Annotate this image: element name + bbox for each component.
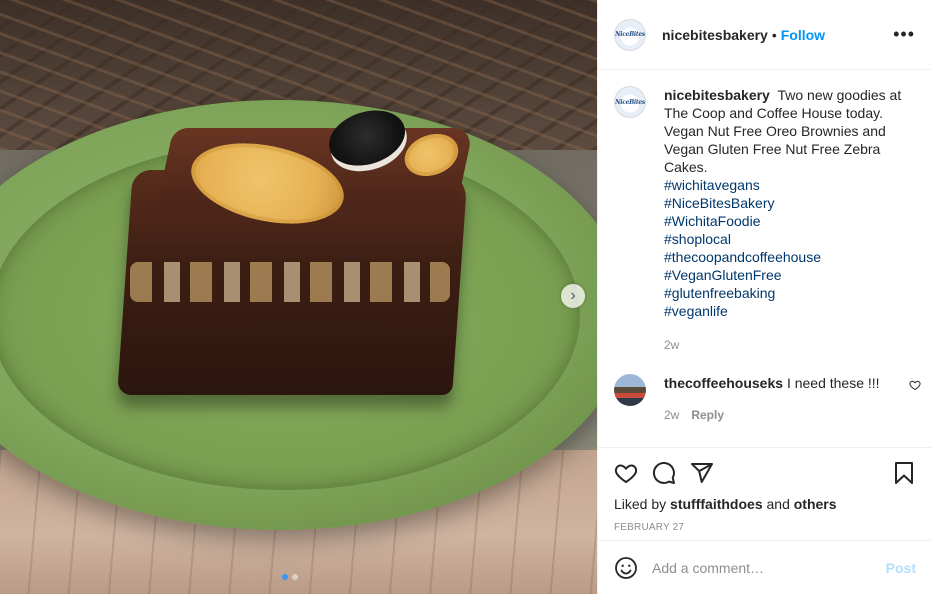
carousel-dot <box>282 574 288 580</box>
post-caption: NiceBites nicebitesbakery Two new goodie… <box>614 86 915 354</box>
commenter-avatar[interactable] <box>614 374 646 406</box>
comment-body: thecoffeehouseks I need these !!! 2w Rep… <box>664 374 880 424</box>
hashtag-link[interactable]: #thecoopandcoffeehouse <box>664 248 915 266</box>
comment-bubble-icon[interactable] <box>652 461 676 485</box>
comment-meta: 2w Reply <box>664 406 880 424</box>
comment-item: thecoffeehouseks I need these !!! 2w Rep… <box>614 374 921 424</box>
caption-avatar[interactable]: NiceBites <box>614 86 646 118</box>
post-date[interactable]: FEBRUARY 27 <box>614 522 916 533</box>
hashtag-link[interactable]: #veganlife <box>664 302 915 320</box>
caption-timestamp[interactable]: 2w <box>664 336 915 354</box>
comment-username[interactable]: thecoffeehouseks <box>664 375 783 391</box>
comment-text: I need these !!! <box>786 375 880 391</box>
bookmark-icon[interactable] <box>892 461 916 485</box>
like-heart-icon[interactable] <box>614 461 638 485</box>
liked-by-user[interactable]: stufffaithdoes <box>670 496 763 512</box>
caption-body: nicebitesbakery Two new goodies at The C… <box>664 86 915 354</box>
action-bar <box>614 448 916 494</box>
header-separator: • <box>771 26 777 43</box>
follow-button[interactable]: Follow <box>781 27 825 43</box>
comment-timestamp[interactable]: 2w <box>664 406 679 424</box>
comment-heart-icon[interactable] <box>909 378 921 394</box>
liked-by-and: and <box>766 496 790 512</box>
more-options-icon[interactable]: ••• <box>893 24 915 45</box>
chevron-right-icon: › <box>570 287 576 304</box>
post-header: NiceBites nicebitesbakery • Follow ••• <box>598 0 931 70</box>
emoji-smiley-icon[interactable] <box>614 556 638 580</box>
post-actions: Liked by stufffaithdoes and others FEBRU… <box>598 447 931 533</box>
liked-by-prefix: Liked by <box>614 496 667 512</box>
hashtag-list: #wichitavegans #NiceBitesBakery #Wichita… <box>664 176 915 320</box>
carousel-dot <box>292 574 298 580</box>
hashtag-link[interactable]: #wichitavegans <box>664 176 915 194</box>
add-comment-input[interactable] <box>652 559 886 576</box>
carousel-next-button[interactable]: › <box>561 284 585 308</box>
reply-button[interactable]: Reply <box>691 406 724 424</box>
hashtag-link[interactable]: #NiceBitesBakery <box>664 194 915 212</box>
avatar[interactable]: NiceBites <box>614 18 646 51</box>
add-comment-bar: Post <box>598 540 931 594</box>
liked-by-text: Liked by stufffaithdoes and others <box>614 496 916 512</box>
hashtag-link[interactable]: #shoplocal <box>664 230 915 248</box>
hashtag-link[interactable]: #VeganGlutenFree <box>664 266 915 284</box>
hashtag-link[interactable]: #WichitaFoodie <box>664 212 915 230</box>
post-sidebar: NiceBites nicebitesbakery • Follow ••• N… <box>597 0 931 594</box>
share-paper-plane-icon[interactable] <box>690 461 714 485</box>
bakery-logo: NiceBites <box>615 31 645 38</box>
hashtag-link[interactable]: #glutenfreebaking <box>664 284 915 302</box>
header-username[interactable]: nicebitesbakery <box>662 27 768 43</box>
caption-username[interactable]: nicebitesbakery <box>664 87 770 103</box>
carousel-dots <box>282 574 298 580</box>
post-comment-button[interactable]: Post <box>886 560 916 576</box>
liked-by-others[interactable]: others <box>794 496 837 512</box>
bakery-logo: NiceBites <box>615 98 645 106</box>
post-image[interactable]: › <box>0 0 597 594</box>
brownie-cream-layer <box>130 262 450 302</box>
comments-section[interactable]: NiceBites nicebitesbakery Two new goodie… <box>598 70 931 447</box>
